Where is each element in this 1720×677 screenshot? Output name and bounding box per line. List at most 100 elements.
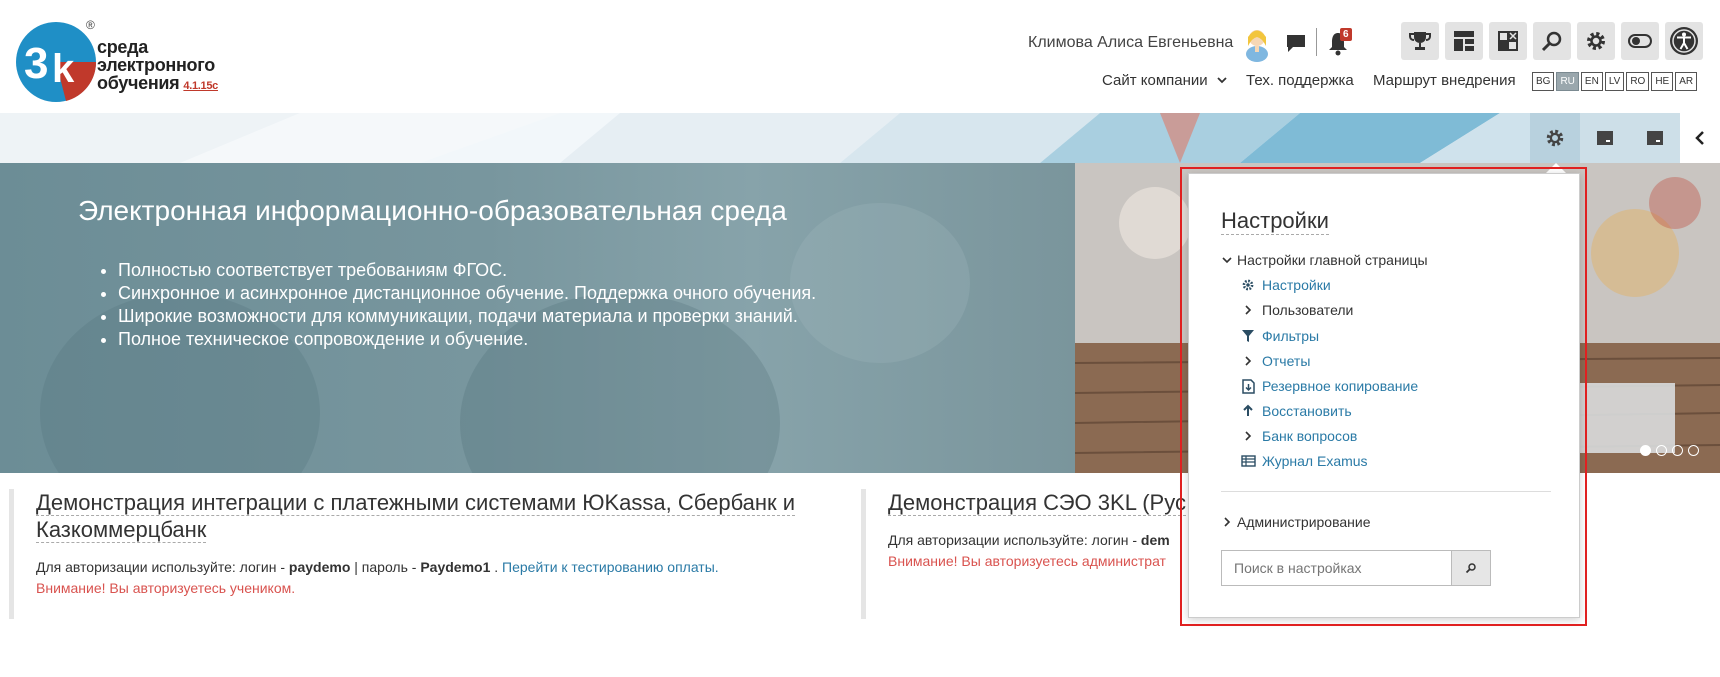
table-icon (1240, 453, 1256, 469)
hero-title: Электронная информационно-образовательна… (78, 195, 787, 226)
collapse-button[interactable] (1680, 113, 1720, 163)
search-icon (1541, 31, 1562, 52)
achievements-button[interactable] (1401, 22, 1439, 60)
menu-label: Банк вопросов (1262, 428, 1358, 444)
payment-test-link[interactable]: Перейти к тестированию оплаты. (502, 559, 719, 575)
lang-he[interactable]: HE (1651, 72, 1674, 91)
logo-line-3: обучения 4.1.15c (97, 74, 218, 95)
backup-file-icon (1240, 378, 1256, 394)
menu-filters[interactable]: Фильтры (1240, 328, 1319, 344)
strip-block-button-1[interactable] (1580, 113, 1630, 163)
nav-company-site-label: Сайт компании (1102, 72, 1208, 89)
settings-search-input[interactable] (1221, 550, 1451, 586)
page-header: 3 k ® среда электронного обучения 4.1.15c… (0, 0, 1720, 113)
menu-label: Фильтры (1262, 328, 1320, 344)
upload-icon (1240, 403, 1256, 419)
auth-login: paydemo (288, 559, 351, 575)
block-controls (1530, 113, 1720, 163)
layout-icon (1498, 31, 1518, 51)
menu-question-bank[interactable]: Банк вопросов (1240, 428, 1357, 444)
slider-dot-3[interactable] (1672, 445, 1683, 456)
lang-en[interactable]: EN (1580, 72, 1603, 91)
accessibility-button[interactable] (1665, 22, 1703, 60)
strip-settings-button[interactable] (1530, 113, 1580, 163)
strip-block-button-2[interactable] (1630, 113, 1680, 163)
dashboard-icon (1454, 31, 1474, 51)
gear-icon (1587, 32, 1605, 50)
menu-reports[interactable]: Отчеты (1240, 353, 1310, 369)
chevron-right-icon (1240, 302, 1256, 318)
lang-lv[interactable]: LV (1604, 72, 1625, 91)
logo-registered-mark: ® (86, 18, 95, 32)
chevron-right-icon (1240, 353, 1256, 369)
block-icon (1647, 131, 1663, 145)
chevron-right-icon (1221, 514, 1233, 530)
menu-restore[interactable]: Восстановить (1240, 403, 1352, 419)
nav-support[interactable]: Тех. поддержка (1246, 72, 1354, 89)
logo-mark-icon: 3 k (16, 22, 97, 102)
accessibility-icon (1670, 27, 1698, 55)
lang-ru[interactable]: RU (1556, 72, 1579, 91)
menu-home-settings[interactable]: Настройки главной страницы (1221, 252, 1428, 268)
lang-ro[interactable]: RO (1626, 72, 1650, 91)
menu-users[interactable]: Пользователи (1240, 302, 1353, 318)
card-warning: Внимание! Вы авторизуетесь учеником. (36, 580, 296, 596)
logo-text: среда электронного обучения 4.1.15c (97, 38, 218, 95)
logo[interactable]: 3 k ® среда электронного обучения 4.1.15c (14, 18, 234, 104)
chevron-down-icon (1221, 252, 1233, 268)
menu-administration[interactable]: Администрирование (1221, 514, 1371, 530)
theme-toggle-button[interactable] (1621, 22, 1659, 60)
logo-line-1: среда (97, 37, 148, 57)
card-title-line-1[interactable]: Демонстрация СЭО 3KL (Рус (888, 490, 1186, 516)
settings-search-button[interactable] (1451, 550, 1491, 586)
dashboard-button[interactable] (1445, 22, 1483, 60)
slider-dot-1[interactable] (1640, 445, 1651, 456)
auth-login: dem (1140, 532, 1170, 548)
trophy-icon (1409, 32, 1431, 50)
chat-icon[interactable] (1285, 32, 1307, 54)
card-title[interactable]: Демонстрация интеграции с платежными сис… (36, 489, 829, 543)
auth-space: . (490, 559, 503, 575)
auth-mid: | пароль - (350, 559, 421, 575)
slider-dot-4[interactable] (1688, 445, 1699, 456)
hero-feature: Широкие возможности для коммуникации, по… (118, 305, 816, 328)
menu-label: Восстановить (1262, 403, 1352, 419)
notification-badge: 6 (1340, 28, 1352, 41)
hero-feature: Полное техническое сопровождение и обуче… (118, 328, 816, 351)
card-title-line-1[interactable]: Демонстрация интеграции с платежными сис… (36, 490, 796, 516)
svg-text:k: k (52, 47, 75, 91)
search-button[interactable] (1533, 22, 1571, 60)
chevron-down-icon (1217, 77, 1227, 84)
user-name[interactable]: Климова Алиса Евгеньевна (1028, 34, 1233, 52)
gear-icon (1546, 129, 1564, 147)
menu-label: Администрирование (1237, 514, 1371, 530)
hero-feature: Синхронное и асинхронное дистанционное о… (118, 282, 816, 305)
hero-features-list: Полностью соответствует требованиям ФГОС… (118, 259, 816, 351)
slider-dot-2[interactable] (1656, 445, 1667, 456)
popover-title: Настройки (1221, 208, 1329, 235)
logo-version[interactable]: 4.1.15c (183, 80, 218, 92)
menu-label: Отчеты (1262, 353, 1311, 369)
card-title-line-2[interactable]: Казкоммерцбанк (36, 517, 207, 543)
menu-examus[interactable]: Журнал Examus (1240, 453, 1368, 469)
menu-backup[interactable]: Резервное копирование (1240, 378, 1418, 394)
user-avatar-icon[interactable] (1240, 24, 1274, 62)
block-icon (1597, 131, 1613, 145)
menu-settings[interactable]: Настройки (1240, 277, 1331, 293)
menu-label: Журнал Examus (1262, 453, 1368, 469)
svg-text:3: 3 (24, 39, 48, 88)
settings-popover: Настройки Настройки главной страницы Нас… (1188, 173, 1580, 618)
layout-button[interactable] (1489, 22, 1527, 60)
lang-ar[interactable]: AR (1675, 72, 1698, 91)
language-switcher: BG RU EN LV RO HE AR (1532, 72, 1699, 91)
demo-card-payments: Демонстрация интеграции с платежными сис… (9, 489, 829, 619)
nav-route[interactable]: Маршрут внедрения (1373, 72, 1516, 89)
hero-feature: Полностью соответствует требованиям ФГОС… (118, 259, 816, 282)
toggle-icon (1628, 34, 1652, 48)
chevron-right-icon (1240, 428, 1256, 444)
logo-line-2: электронного (97, 55, 215, 75)
nav-company-site[interactable]: Сайт компании (1102, 72, 1228, 89)
settings-button[interactable] (1577, 22, 1615, 60)
lang-bg[interactable]: BG (1532, 72, 1555, 91)
menu-label: Настройки (1262, 277, 1331, 293)
